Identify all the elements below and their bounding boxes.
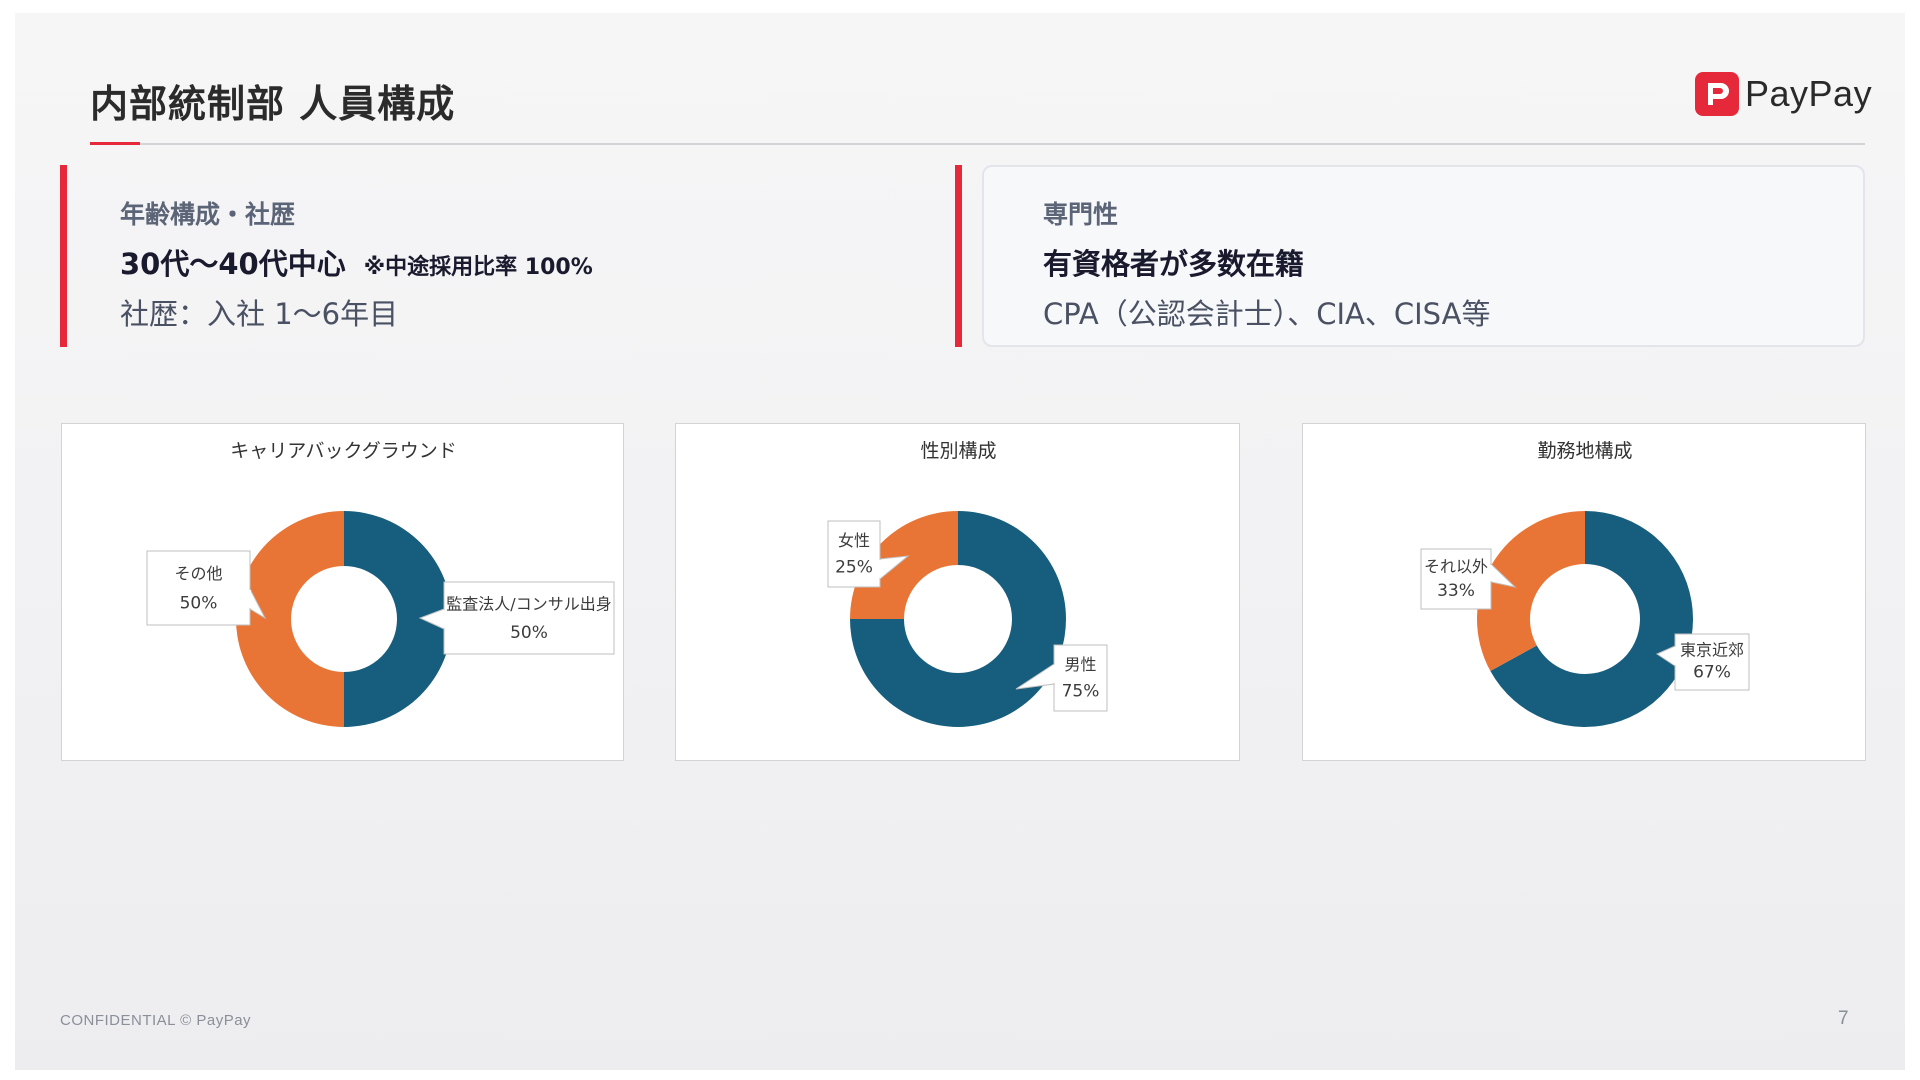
page-title: 内部統制部 人員構成 — [90, 82, 456, 126]
chart-title: キャリアバックグラウンド — [230, 440, 456, 462]
slice-value-label: 67% — [1693, 663, 1731, 683]
summary-heading: 年齢構成・社歴 — [120, 200, 296, 229]
summary-box-age: 年齢構成・社歴 30代〜40代中心 ※中途採用比率 100% 社歴：入社 1〜6年… — [60, 165, 935, 347]
chart-panel-location: 勤務地構成東京近郊 67% それ以外 33% — [1302, 423, 1866, 761]
summary-main: 有資格者が多数在籍 — [1043, 247, 1305, 281]
title-divider — [90, 143, 1865, 145]
callout-box — [443, 581, 615, 655]
slice-label: 男性 — [1064, 655, 1096, 674]
summary-box-expertise: 専門性 有資格者が多数在籍 CPA（公認会計士）、CIA、CISA等 — [955, 165, 1865, 347]
summary-sub: CPA（公認会計士）、CIA、CISA等 — [1043, 297, 1491, 331]
slice-value-label: 33% — [1437, 581, 1475, 601]
chart-panel-career: キャリアバックグラウンド監査法人/コンサル出身 50% その他 50% — [61, 423, 624, 761]
slice-label: それ以外 — [1424, 557, 1488, 576]
donut-chart-gender: 性別構成男性 75% 女性 25% — [827, 440, 1108, 727]
page-number: 7 — [1838, 1008, 1849, 1029]
donut-chart-career: キャリアバックグラウンド監査法人/コンサル出身 50% その他 50% — [146, 440, 615, 727]
accent-bar — [60, 165, 67, 347]
summary-note: ※中途採用比率 100% — [363, 255, 593, 280]
slice-label: 東京近郊 — [1680, 640, 1744, 659]
summary-main: 30代〜40代中心 ※中途採用比率 100% — [120, 241, 593, 283]
donut-slice — [1477, 511, 1585, 672]
donut-slice — [236, 511, 344, 727]
slice-value-label: 75% — [1062, 681, 1100, 701]
accent-bar — [955, 165, 962, 347]
slice-value-label: 50% — [180, 594, 218, 614]
chart-panel-gender: 性別構成男性 75% 女性 25% — [675, 423, 1240, 761]
slice-value-label: 25% — [835, 557, 873, 577]
callout-box — [146, 550, 251, 626]
slice-label: その他 — [174, 564, 222, 583]
summary-main-text: 30代〜40代中心 — [120, 247, 346, 281]
paypay-logo-icon — [1695, 72, 1739, 116]
summary-heading: 専門性 — [1043, 200, 1119, 229]
logo-text: PayPay — [1745, 73, 1873, 114]
chart-title: 性別構成 — [920, 440, 996, 462]
summary-box-content: 専門性 有資格者が多数在籍 CPA（公認会計士）、CIA、CISA等 — [1043, 195, 1490, 333]
donut-chart-location: 勤務地構成東京近郊 67% それ以外 33% — [1420, 440, 1750, 727]
slice-value-label: 50% — [510, 623, 548, 643]
summary-box-content: 年齢構成・社歴 30代〜40代中心 ※中途採用比率 100% 社歴：入社 1〜6年… — [120, 195, 593, 333]
title-divider-accent — [90, 142, 140, 145]
slice-label: 監査法人/コンサル出身 — [446, 594, 611, 613]
summary-sub: 社歴：入社 1〜6年目 — [120, 297, 399, 331]
slice-label: 女性 — [838, 531, 870, 550]
confidential-footer: CONFIDENTIAL © PayPay — [60, 1012, 252, 1029]
chart-title: 勤務地構成 — [1537, 440, 1632, 462]
paypay-logo: PayPay — [1695, 71, 1872, 117]
